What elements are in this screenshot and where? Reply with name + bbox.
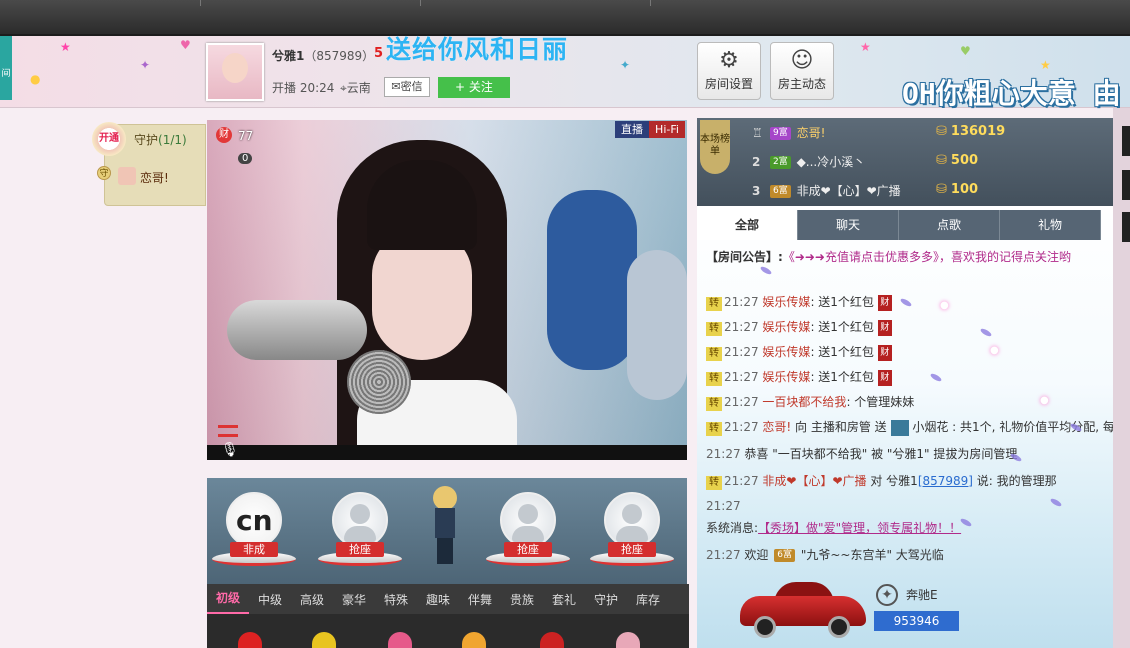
seat-label: 抢座 [504,542,552,557]
seat-label: 非成 [230,542,278,557]
chat-message: 转 21:27 恋哥! 向 主播和房管 送 小烟花 : 共1个, 礼物价值平均分配… [706,418,1115,436]
guard-title: 守护(1/1) [134,133,187,147]
seat-grab-2[interactable]: 抢座 [486,492,570,574]
microphone-icon[interactable]: 🎙 [221,442,239,462]
live-video[interactable] [207,120,687,460]
coin-icon: ⛁ [936,153,947,168]
sub-count: 0 [238,153,253,164]
wealth-level-badge: 6富 [774,549,795,562]
rank-coins: ⛁ 136019 [936,124,1006,139]
chat-tab-chat[interactable]: 聊天 [798,210,899,240]
chat-message: 转 21:27 非成❤【心】❤广播 对 兮雅1[857989] 说: 我的管理那 [706,472,1057,490]
chat-message: 转 21:27 娱乐传媒: 送1个红包 财 [706,343,892,361]
live-tag: 直播 [615,121,649,138]
gift-tab[interactable]: 贵族 [501,591,543,608]
coin-icon: ⛁ [936,182,947,197]
side-collapse-tab[interactable]: 间 [0,36,12,100]
host-name[interactable]: 兮雅1（857989） [272,47,374,64]
follow-button[interactable]: + 关注 [438,77,510,98]
trophy-icon: ♖ [752,126,763,140]
gift-tab[interactable]: 趣味 [417,591,459,608]
private-message-button[interactable]: ✉密信 [384,77,430,97]
hifi-toggle[interactable]: Hi-Fi [649,121,685,138]
chat-message: 21:27 [706,499,741,513]
chat-message: 21:27 欢迎 6富 "九爷~~东宫羊" 大驾光临 [706,548,944,562]
rank-number: 3 [752,184,761,198]
list-icon[interactable] [218,425,238,437]
seat-label: 抢座 [336,542,384,557]
cn-logo: cn [236,504,273,537]
car-owner-id[interactable]: 953946 [874,611,959,631]
rank-number: 2 [752,155,761,169]
gift-tab[interactable]: 高级 [291,591,333,608]
seat-label: 抢座 [608,542,656,557]
side-thumb[interactable] [1122,126,1130,156]
chat-tab-songs[interactable]: 点歌 [899,210,1000,240]
open-guard-badge[interactable]: 开通 [92,122,126,156]
chat-message: 转 21:27 一百块都不给我: 个管理妹妹 [706,393,914,411]
car-image [740,580,866,640]
chat-message: 转 21:27 娱乐传媒: 送1个红包 财 [706,318,892,336]
rank-coins: ⛁ 500 [936,153,979,168]
seat-grab-1[interactable]: 抢座 [318,492,402,574]
rank-badge: 本场榜单 [700,120,730,174]
chat-message: 21:27 恭喜 "一百块都不给我" 被 "兮雅1" 提拔为房间管理 [706,447,1018,461]
marquee-text: OH你粗心大意 由 [902,77,1121,110]
coin-icon: ⛁ [936,124,947,139]
wealth-icon: 财 [216,127,232,143]
gift-tab[interactable]: 伴舞 [459,591,501,608]
live-start-time: 开播 20:24 [272,81,335,95]
firework-icon [890,419,909,436]
gift-tab[interactable]: 中级 [249,591,291,608]
mercedes-logo-icon: ✦ [876,584,898,606]
guard-row[interactable]: 守 [97,165,111,180]
gift-tab[interactable]: 库存 [627,591,669,608]
chibi-avatar [428,486,462,568]
side-thumb[interactable] [1122,212,1130,242]
chat-message: 转 21:27 娱乐传媒: 送1个红包 财 [706,293,892,311]
gift-tab[interactable]: 守护 [585,591,627,608]
gift-tab[interactable]: 初级 [207,584,249,614]
gift-tabs: 初级 中级 高级 豪华 特殊 趣味 伴舞 贵族 套礼 守护 库存 [207,584,689,614]
chat-tab-all[interactable]: 全部 [697,210,798,240]
wealth-level-badge: 9富 [770,127,791,140]
rank-user-name: 非成❤【心】❤广播 [796,184,901,198]
room-settings-button[interactable]: ⚙ 房间设置 [697,42,761,100]
gear-icon: ⚙ [719,48,739,73]
guard-user-name[interactable]: 恋哥! [140,169,169,186]
gift-banner-text: 送给你风和日丽 [386,35,569,64]
chat-message: 转 21:27 娱乐传媒: 送1个红包 财 [706,368,892,386]
system-message[interactable]: 系统消息:【秀场】做"爱"管理，领专属礼物！！ [706,519,961,536]
chat-tab-gifts[interactable]: 礼物 [1000,210,1101,240]
rank-user-name: ◆...冷小溪丶 [796,155,866,169]
envelope-icon: ✉ [391,80,401,93]
host-avatar[interactable] [206,43,264,101]
user-id-link[interactable]: [857989] [918,474,973,488]
host-location: ⌖云南 [340,81,371,95]
rank-row[interactable]: 2 2富 ◆...冷小溪丶 [752,149,865,175]
guard-user-avatar[interactable] [118,167,136,185]
location-pin-icon: ⌖ [340,81,347,95]
gift-tab[interactable]: 豪华 [333,591,375,608]
gift-tab[interactable]: 特殊 [375,591,417,608]
host-level-badge: 5 [374,46,384,61]
rank-row[interactable]: 3 6富 非成❤【心】❤广播 [752,178,901,204]
seat-grab-3[interactable]: 抢座 [590,492,674,574]
room-announcement[interactable]: 【房间公告】:《➜➜➜充值请点击优惠多多》，喜欢我的记得点关注哟 [706,248,1071,265]
host-feed-button[interactable]: ☺ 房主动态 [770,42,834,100]
rank-user-name: 恋哥! [796,126,826,140]
user-icon: ☺ [790,48,814,73]
guard-icon: 守 [97,166,111,180]
viewer-count: 77 [238,129,254,143]
wealth-level-badge: 2富 [770,156,791,169]
seat-owner[interactable]: cn 非成 [212,492,296,574]
wealth-level-badge: 6富 [770,185,791,198]
car-name: 奔驰E [906,588,938,602]
chat-tabs: 全部 聊天 点歌 礼物 [697,210,1113,240]
side-thumb[interactable] [1122,170,1130,200]
gift-tab[interactable]: 套礼 [543,591,585,608]
side-tab-label: 间 [1,69,11,79]
rank-coins: ⛁ 100 [936,182,979,197]
rank-row[interactable]: ♖ 9富 恋哥! [752,120,825,146]
